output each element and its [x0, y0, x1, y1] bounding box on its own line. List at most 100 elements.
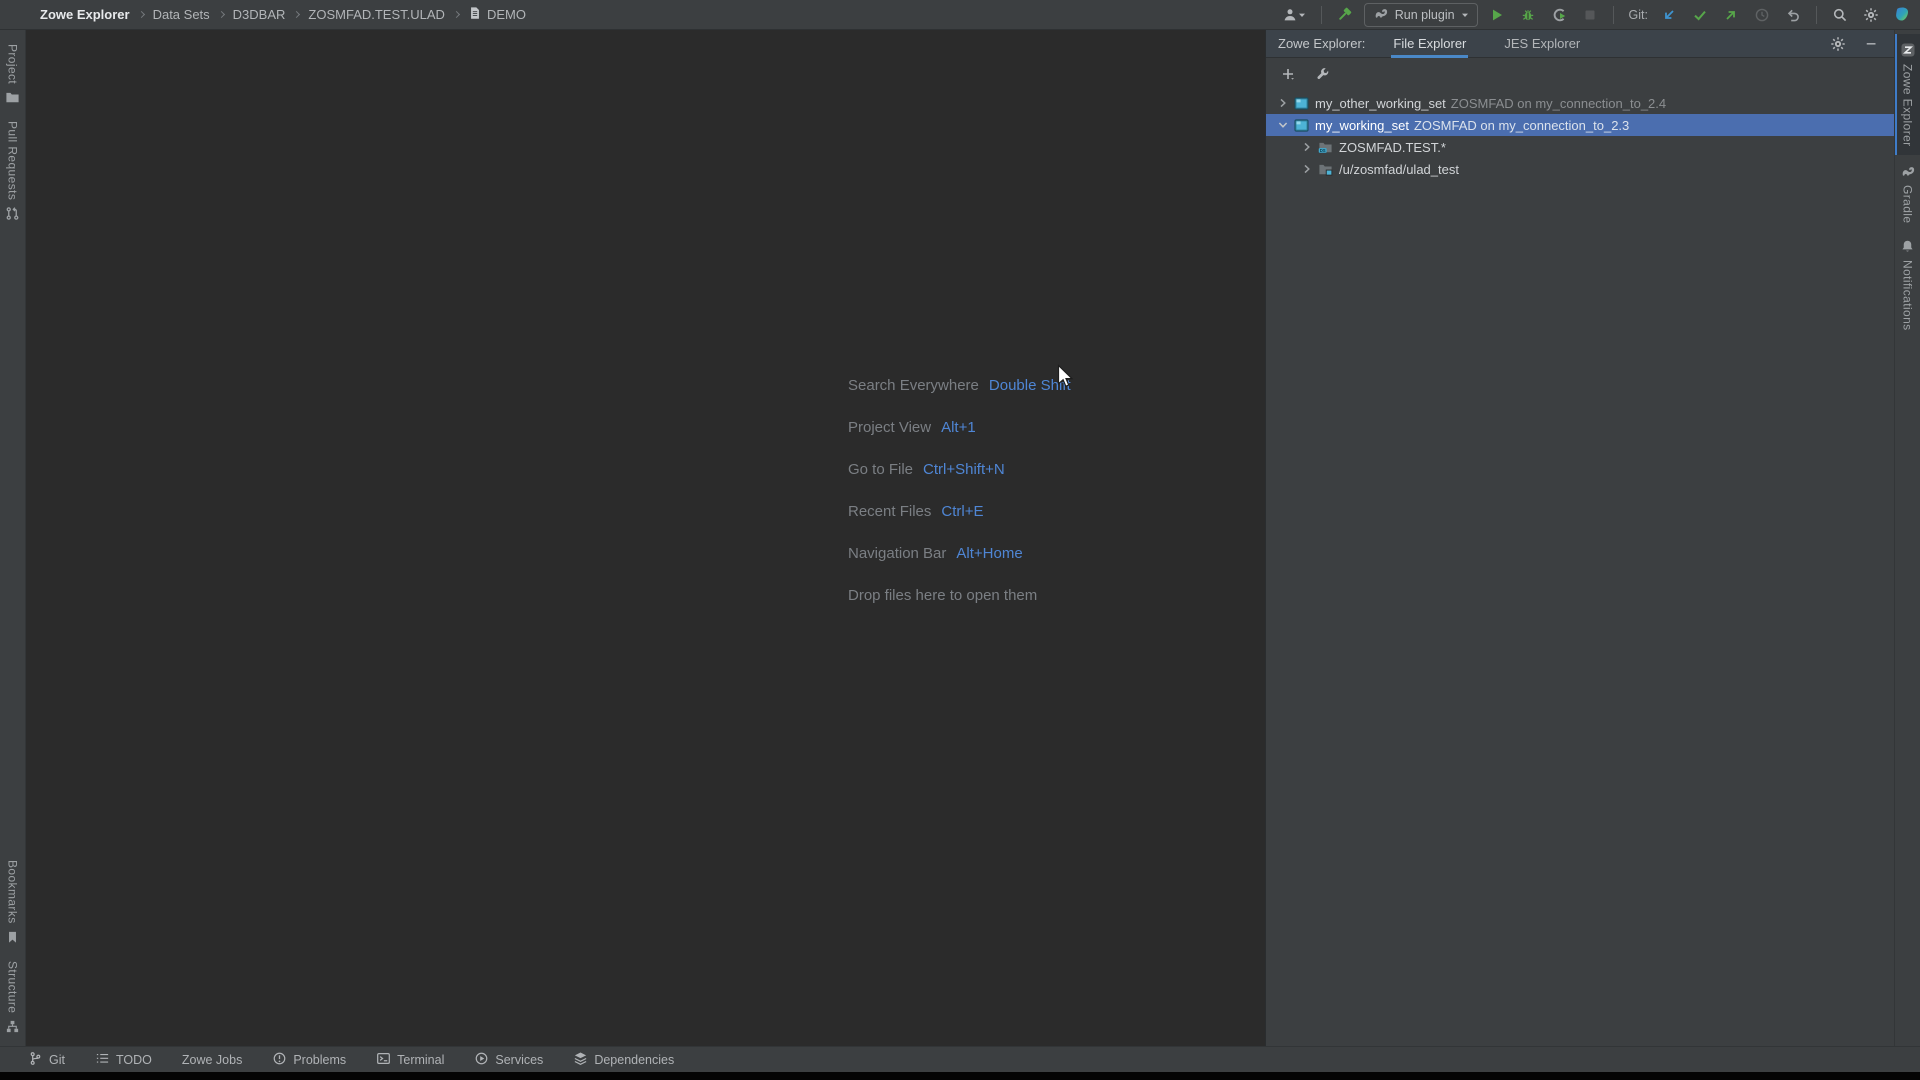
stripe-button-gradle[interactable]: Gradle: [1895, 155, 1920, 231]
chevron-right-icon[interactable]: [1298, 160, 1316, 178]
breadcrumb-item[interactable]: D3DBAR: [233, 7, 286, 22]
left-stripe-top: Project Pull Requests: [0, 36, 26, 229]
status-bar-item-todo[interactable]: TODO: [95, 1051, 152, 1069]
chevron-right-icon[interactable]: [1274, 94, 1292, 112]
breadcrumb-item[interactable]: DEMO: [468, 6, 526, 23]
left-stripe-bottom: Bookmarks Structure: [0, 852, 26, 1042]
tree-row[interactable]: /u/zosmfad/ulad_test: [1266, 158, 1894, 180]
status-bar-item-git[interactable]: Git: [28, 1051, 65, 1069]
shortcut-action-label: Recent Files: [848, 502, 932, 520]
edit-settings-button[interactable]: [1310, 63, 1334, 85]
user-icon: [1282, 7, 1298, 23]
play-icon: [1489, 7, 1505, 23]
tab-jes-explorer[interactable]: JES Explorer: [1502, 30, 1582, 58]
run-button[interactable]: [1485, 4, 1509, 26]
chevron-down-icon: [1298, 11, 1306, 19]
debug-button[interactable]: [1516, 4, 1540, 26]
bookmark-icon: [5, 930, 20, 945]
gear-icon: [1863, 7, 1879, 23]
tree-node-name: ZOSMFAD.TEST.*: [1339, 139, 1446, 155]
git-commit-button[interactable]: [1688, 4, 1712, 26]
shortcut-row: Search Everywhere Double Shift: [848, 374, 1071, 396]
status-bar-item-dependencies[interactable]: Dependencies: [573, 1051, 674, 1069]
chevron-down-icon[interactable]: [1274, 116, 1292, 134]
shortcut-row: Project View Alt+1: [848, 416, 1071, 438]
history-button[interactable]: [1750, 4, 1774, 26]
ide-window: Zowe Explorer Data Sets D3DBAR ZOSMFAD.TEST…: [0, 0, 1920, 1080]
stripe-button-bookmarks[interactable]: Bookmarks: [0, 852, 26, 953]
breadcrumb-item[interactable]: Data Sets: [153, 7, 210, 22]
run-with-coverage-button[interactable]: [1547, 4, 1571, 26]
breadcrumb-separator-icon: [452, 10, 460, 19]
stripe-button-notifications[interactable]: Notifications: [1895, 231, 1920, 339]
status-bar-item-problems[interactable]: Problems: [272, 1051, 346, 1069]
uss-folder-icon: [1316, 161, 1334, 177]
ide-profile-button[interactable]: [1890, 4, 1914, 26]
search-everywhere-button[interactable]: [1828, 4, 1852, 26]
run-configuration-select[interactable]: Run plugin: [1363, 2, 1478, 27]
stripe-button-pull-requests[interactable]: Pull Requests: [0, 113, 26, 229]
git-push-button[interactable]: [1719, 4, 1743, 26]
breadcrumb-separator-icon: [293, 10, 301, 19]
hide-tool-window-button[interactable]: [1860, 33, 1884, 55]
status-bar-item-terminal[interactable]: Terminal: [376, 1051, 444, 1069]
stop-button[interactable]: [1578, 4, 1602, 26]
clock-icon: [1754, 7, 1770, 23]
shortcut-keys-label: Alt+Home: [956, 544, 1023, 562]
bell-icon: [1900, 239, 1915, 254]
tab-file-explorer[interactable]: File Explorer: [1391, 30, 1468, 58]
breadcrumb-item-label: Zowe Explorer: [40, 7, 130, 22]
stripe-button-zowe-explorer[interactable]: Zowe Explorer: [1894, 34, 1920, 155]
add-working-set-button[interactable]: [1276, 63, 1300, 85]
shortcut-action-label: Project View: [848, 418, 932, 436]
settings-button[interactable]: [1859, 4, 1883, 26]
git-update-button[interactable]: [1657, 4, 1681, 26]
folder-icon: [5, 90, 20, 105]
status-bar: Git TODO Zowe Jobs Problems Terminal Services…: [0, 1046, 1920, 1072]
build-project-button[interactable]: [1333, 4, 1357, 26]
tree-row[interactable]: my_other_working_set ZOSMFAD on my_connec…: [1266, 92, 1894, 114]
hammer-icon: [1336, 6, 1353, 23]
todo-icon: [95, 1051, 110, 1069]
drop-files-hint-label: Drop files here to open them: [848, 586, 1038, 604]
status-bar-item-zowe-jobs[interactable]: Zowe Jobs: [182, 1053, 242, 1067]
commit-check-icon: [1692, 7, 1708, 23]
breadcrumb-item-label: ZOSMFAD.TEST.ULAD: [308, 7, 445, 22]
tool-window-options-button[interactable]: [1826, 33, 1850, 55]
rollback-button[interactable]: [1781, 4, 1805, 26]
status-bar-item-label: Git: [49, 1052, 65, 1067]
shortcut-keys-label: Ctrl+Shift+N: [923, 460, 1005, 478]
svg-text:DS: DS: [1319, 147, 1325, 152]
status-bar-item-label: Problems: [293, 1052, 347, 1067]
pull-request-icon: [5, 206, 20, 221]
file-icon: [468, 6, 482, 23]
breadcrumb-item[interactable]: ZOSMFAD.TEST.ULAD: [308, 7, 445, 22]
bug-icon: [1520, 7, 1536, 23]
stripe-button-structure[interactable]: Structure: [0, 953, 26, 1042]
chevron-right-icon[interactable]: [1298, 138, 1316, 156]
user-menu-button[interactable]: [1278, 4, 1310, 26]
coverage-icon: [1551, 7, 1567, 23]
editor-area[interactable]: Search Everywhere Double Shift Project Vie…: [26, 30, 1265, 1046]
update-arrow-icon: [1661, 7, 1677, 23]
colored-sphere-icon: [1894, 6, 1911, 23]
structure-icon: [5, 1019, 20, 1034]
tree-row[interactable]: DS ZOSMFAD.TEST.*: [1266, 136, 1894, 158]
drop-files-hint: Drop files here to open them: [848, 584, 1071, 606]
status-bar-item-services[interactable]: Services: [474, 1051, 543, 1069]
working-set-icon: [1292, 117, 1310, 133]
tree-row[interactable]: my_working_set ZOSMFAD on my_connection_t…: [1266, 114, 1894, 136]
breadcrumb-separator-icon: [217, 10, 225, 19]
stripe-button-project[interactable]: Project: [0, 36, 26, 113]
tool-window-tabs: File Explorer JES Explorer: [1391, 30, 1826, 58]
breadcrumb-item[interactable]: Zowe Explorer: [40, 7, 130, 22]
status-bar-item-label: Dependencies: [594, 1052, 675, 1067]
shortcut-row: Recent Files Ctrl+E: [848, 500, 1071, 522]
tool-window-header: Zowe Explorer: File Explorer JES Explorer: [1266, 30, 1894, 58]
breadcrumb-item-label: D3DBAR: [232, 7, 286, 22]
chevron-down-icon: [1461, 7, 1469, 22]
tree-node-name: my_other_working_set: [1315, 95, 1446, 111]
wrench-icon: [1315, 67, 1330, 82]
shortcut-action-label: Navigation Bar: [848, 544, 947, 562]
toolbar-divider: [1320, 5, 1322, 24]
